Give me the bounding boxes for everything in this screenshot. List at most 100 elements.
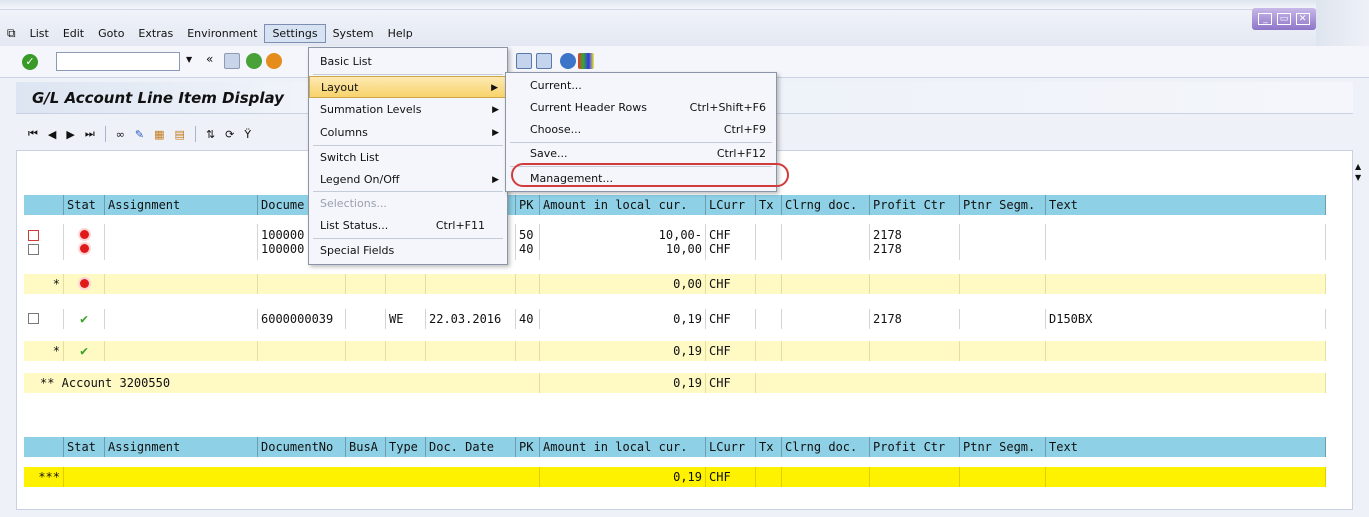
header-assignment[interactable]: Assignment — [105, 195, 258, 215]
header-amount[interactable]: Amount in local cur. — [540, 437, 706, 457]
header-tx[interactable]: Tx — [756, 437, 782, 457]
header-busa[interactable]: BusA — [346, 437, 386, 457]
table-row[interactable]: ✔ 6000000039 WE 22.03.2016 40 0,19 CHF 2… — [24, 309, 1326, 329]
row-tx — [756, 309, 782, 329]
subtotal-row[interactable]: * ✔ 0,19 CHF — [24, 341, 1326, 361]
first-page-icon[interactable]: ⏮ — [28, 127, 38, 141]
menu-item-save[interactable]: Save... Ctrl+F12 — [506, 143, 776, 165]
header-stat[interactable]: Stat — [64, 195, 105, 215]
next-page-icon[interactable]: ▶ — [66, 128, 74, 141]
subtotal-ptnr — [960, 341, 1046, 361]
row-lcurr: CHF — [706, 309, 756, 329]
row-checkbox[interactable] — [28, 230, 39, 241]
refresh-icon[interactable]: ⟳ — [225, 128, 234, 141]
header-amount[interactable]: Amount in local cur. — [540, 195, 706, 215]
menu-item-current[interactable]: Current... — [506, 75, 776, 97]
menu-item-switch-list[interactable]: Switch List — [309, 147, 507, 169]
row-checkbox[interactable] — [28, 244, 39, 255]
window-icon[interactable] — [536, 53, 552, 69]
profit-line-1: 2178 — [873, 228, 902, 242]
pencil-icon[interactable]: ✎ — [135, 128, 144, 141]
menu-list[interactable]: List — [23, 25, 56, 42]
filter-icon[interactable]: Ϋ — [244, 128, 251, 141]
row-checkbox[interactable] — [28, 313, 39, 324]
history-icon[interactable]: « — [206, 52, 222, 68]
layout-icon[interactable] — [516, 53, 532, 69]
header-ptnr[interactable]: Ptnr Segm. — [960, 437, 1046, 457]
close-icon[interactable]: ✕ — [1295, 13, 1310, 25]
menu-item-selections[interactable]: Selections... — [309, 193, 507, 215]
header-tx[interactable]: Tx — [756, 195, 782, 215]
row-clrng — [782, 224, 870, 260]
minimize-icon[interactable]: _ — [1258, 13, 1273, 25]
header-docdate[interactable]: Doc. Date — [426, 437, 516, 457]
row-assignment — [105, 309, 258, 329]
title-bar-decoration — [0, 0, 1369, 10]
grand-total-row[interactable]: *** 0,19 CHF — [24, 467, 1326, 487]
header-type[interactable]: Type — [386, 437, 426, 457]
menu-item-choose[interactable]: Choose... Ctrl+F9 — [506, 119, 776, 141]
header-stat[interactable]: Stat — [64, 437, 105, 457]
header-pk[interactable]: PK — [516, 195, 540, 215]
menu-help[interactable]: Help — [381, 25, 420, 42]
table-row[interactable]: 100000 100000 50 40 10,00- 10,00 CHF CHF… — [24, 224, 1326, 260]
account-total-label: ** Account 3200550 — [24, 373, 540, 393]
scroll-down-icon[interactable]: ▼ — [1355, 173, 1361, 182]
sort-icon[interactable]: ⇅ — [206, 128, 215, 141]
back-icon[interactable] — [246, 53, 262, 69]
menu-icon[interactable]: ⧉ — [0, 24, 23, 43]
menu-settings[interactable]: Settings — [264, 23, 326, 43]
menu-goto[interactable]: Goto — [91, 25, 131, 42]
header-text[interactable]: Text — [1046, 437, 1326, 457]
table-icon[interactable]: ▦ — [154, 128, 164, 141]
customize-icon[interactable] — [578, 53, 594, 69]
document-icon[interactable]: ▤ — [175, 128, 185, 141]
header-document[interactable]: DocumentNo — [258, 437, 346, 457]
menu-item-legend[interactable]: Legend On/Off ▶ — [309, 169, 507, 191]
header-lcurr[interactable]: LCurr — [706, 437, 756, 457]
account-total-row[interactable]: ** Account 3200550 0,19 CHF — [24, 373, 1326, 393]
menu-item-current-header-rows[interactable]: Current Header Rows Ctrl+Shift+F6 — [506, 97, 776, 119]
header-profit[interactable]: Profit Ctr — [870, 195, 960, 215]
menu-edit[interactable]: Edit — [56, 25, 91, 42]
menu-separator — [313, 191, 503, 192]
menu-item-special-fields[interactable]: Special Fields — [309, 240, 507, 262]
subtotal-clrng — [782, 274, 870, 294]
last-page-icon[interactable]: ⏭ — [85, 127, 95, 141]
header-ptnr[interactable]: Ptnr Segm. — [960, 195, 1046, 215]
save-icon[interactable] — [224, 53, 240, 69]
help-icon[interactable] — [560, 53, 576, 69]
row-select — [24, 309, 64, 329]
menu-item-summation-levels[interactable]: Summation Levels ▶ — [309, 99, 507, 121]
row-profit: 2178 — [870, 309, 960, 329]
header-assignment[interactable]: Assignment — [105, 437, 258, 457]
header-text[interactable]: Text — [1046, 195, 1326, 215]
header-clrng[interactable]: Clrng doc. — [782, 195, 870, 215]
header-profit[interactable]: Profit Ctr — [870, 437, 960, 457]
glasses-icon[interactable]: ∞ — [116, 128, 125, 141]
enter-check-icon[interactable]: ✓ — [22, 54, 38, 70]
row-pk: 50 40 — [516, 224, 540, 260]
menu-item-label: Current... — [530, 79, 582, 92]
subtotal-row[interactable]: * 0,00 CHF — [24, 274, 1326, 294]
header-pk[interactable]: PK — [516, 437, 540, 457]
menu-item-columns[interactable]: Columns ▶ — [309, 122, 507, 144]
menu-extras[interactable]: Extras — [131, 25, 180, 42]
header-lcurr[interactable]: LCurr — [706, 195, 756, 215]
chevron-down-icon[interactable]: ▼ — [186, 55, 192, 64]
restore-icon[interactable]: ▭ — [1276, 13, 1291, 25]
row-tx — [756, 224, 782, 260]
menu-item-basic-list[interactable]: Basic List — [309, 51, 507, 73]
menu-system[interactable]: System — [326, 25, 381, 42]
previous-page-icon[interactable]: ◀ — [48, 128, 56, 141]
command-field[interactable] — [56, 52, 180, 71]
header-clrng[interactable]: Clrng doc. — [782, 437, 870, 457]
scroll-up-icon[interactable]: ▲ — [1355, 162, 1361, 171]
toolbar-separator — [194, 126, 196, 142]
submenu-arrow-icon: ▶ — [492, 105, 499, 115]
menu-item-list-status[interactable]: List Status... Ctrl+F11 — [309, 215, 507, 237]
exit-icon[interactable] — [266, 53, 282, 69]
menu-environment[interactable]: Environment — [180, 25, 264, 42]
subtotal-text — [1046, 341, 1326, 361]
menu-item-layout[interactable]: Layout ▶ — [309, 76, 507, 98]
